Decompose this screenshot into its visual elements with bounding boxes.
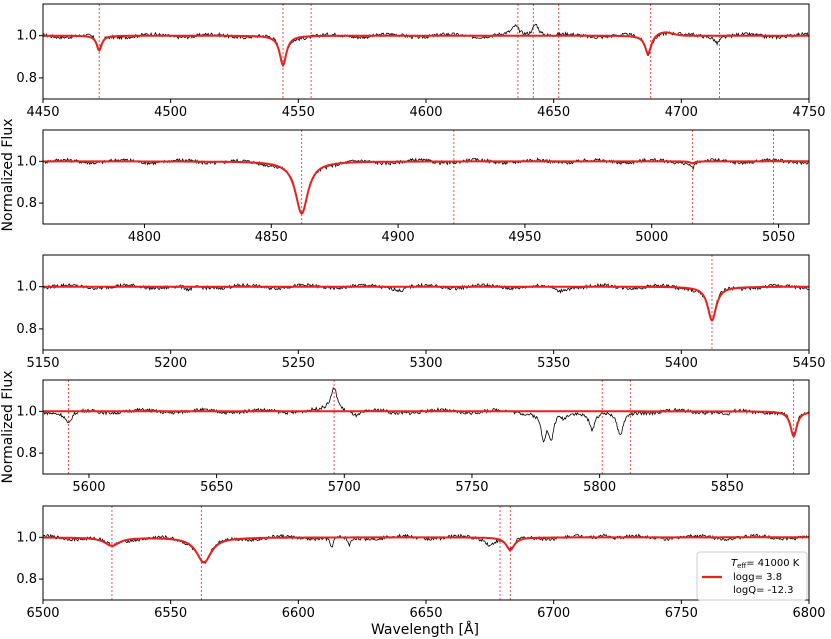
x-tick-label: 4600 [409, 105, 442, 120]
x-tick-label: 5000 [635, 230, 668, 245]
panel-plot-area [43, 255, 809, 350]
legend: Teff= 41000 K logg= 3.8 logQ= -12.3 [696, 551, 808, 601]
panel-2: 4800 4850 4900 4950 5000 5050 0.8 1.0 [16, 129, 810, 245]
y-tick-label: 0.8 [16, 71, 37, 86]
y-axis-label-top: Normalized Flux [0, 119, 16, 232]
x-tick-label: 4550 [282, 105, 315, 120]
legend-teff-value: = 41000 K [746, 558, 800, 569]
y-tick-label: 1.0 [16, 404, 37, 419]
x-tick-label: 5850 [711, 480, 744, 495]
panel-frame [42, 129, 810, 225]
x-tick-label: 6800 [792, 606, 825, 621]
x-axis-label: Wavelength [Å] [371, 621, 479, 638]
y-tick-label: 1.0 [16, 29, 37, 44]
x-tick-label: 6600 [282, 606, 315, 621]
x-tick-label: 4800 [128, 230, 161, 245]
panel-frame [42, 505, 810, 601]
model-spectrum [43, 536, 809, 564]
panel-plot-area [43, 506, 809, 600]
x-tick-label: 4950 [508, 230, 541, 245]
x-tick-label: 5050 [762, 230, 795, 245]
observed-spectrum [43, 23, 809, 68]
x-tick-label: 6750 [665, 606, 698, 621]
x-tick-label: 4850 [255, 230, 288, 245]
y-tick-label: 0.8 [16, 572, 37, 587]
observed-spectrum [43, 387, 809, 443]
panel-frame [42, 379, 810, 475]
x-tick-label: 4750 [792, 105, 825, 120]
panel-plot-area [43, 380, 809, 474]
panel-frame [42, 254, 810, 351]
model-spectrum [43, 410, 809, 439]
x-tick-label: 5350 [537, 356, 570, 371]
y-tick-label: 1.0 [16, 530, 37, 545]
y-tick-label: 0.8 [16, 446, 37, 461]
y-tick-label: 0.8 [16, 196, 37, 211]
panel-4: 5600 5650 5700 5750 5800 5850 0.8 1.0 [16, 379, 810, 495]
y-tick-label: 1.0 [16, 154, 37, 169]
panels-group: 4450 4500 4550 4600 4650 4700 47500.81.04800 48… [16, 3, 826, 621]
x-tick-label: 6500 [26, 606, 59, 621]
panel-frame [42, 3, 810, 100]
panel-plot-area [43, 130, 809, 224]
legend-teff-subscript: eff [737, 562, 746, 570]
x-tick-label: 4650 [537, 105, 570, 120]
model-spectrum [43, 160, 809, 215]
x-tick-label: 6550 [154, 606, 187, 621]
x-tick-label: 5300 [409, 356, 442, 371]
x-tick-label: 5650 [200, 480, 233, 495]
x-tick-label: 5750 [455, 480, 488, 495]
x-tick-label: 6700 [537, 606, 570, 621]
x-tick-label: 4450 [26, 105, 59, 120]
x-tick-label: 5150 [26, 356, 59, 371]
panel-1: 4450 4500 4550 4600 4650 4700 4750 0.8 1.0 [16, 3, 826, 120]
x-tick-label: 6650 [409, 606, 442, 621]
x-tick-label: 5250 [282, 356, 315, 371]
y-tick-label: 1.0 [16, 280, 37, 295]
legend-logq: logQ= -12.3 [733, 585, 794, 596]
x-tick-label: 4500 [154, 105, 187, 120]
spectrum-figure: 4450 4500 4550 4600 4650 4700 47500.81.04800 48… [0, 3, 826, 638]
x-tick-label: 5200 [154, 356, 187, 371]
x-tick-label: 4900 [382, 230, 415, 245]
y-axis-label-bottom: Normalized Flux [0, 371, 16, 484]
legend-logg: logg= 3.8 [733, 572, 782, 583]
x-tick-label: 5450 [792, 356, 825, 371]
x-tick-label: 4700 [665, 105, 698, 120]
y-tick-label: 0.8 [16, 322, 37, 337]
x-tick-label: 5700 [328, 480, 361, 495]
panel-plot-area [43, 4, 809, 99]
x-tick-label: 5600 [72, 480, 105, 495]
panel-3: 5150 5200 5250 5300 5350 5400 5450 0.8 1.0 [16, 254, 826, 371]
observed-spectrum [43, 157, 809, 214]
x-tick-label: 5800 [583, 480, 616, 495]
x-tick-label: 5400 [665, 356, 698, 371]
